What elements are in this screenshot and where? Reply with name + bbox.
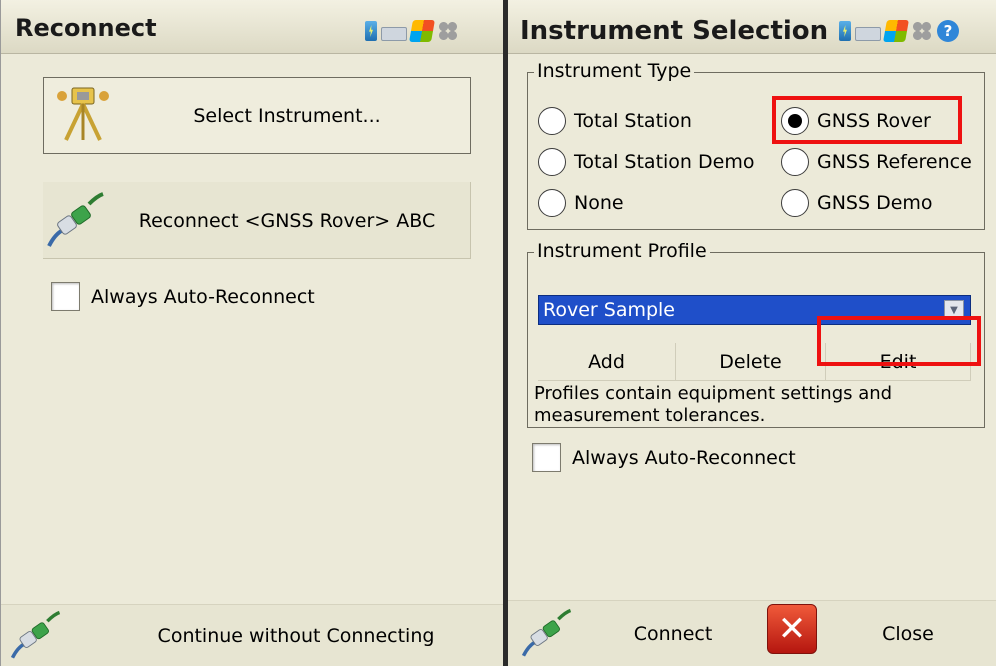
red-x-icon[interactable]: ✕ [767, 604, 817, 654]
instrument-profile-group: Instrument Profile Rover Sample ▼ Add De… [527, 240, 985, 428]
close-button[interactable]: Close [838, 601, 978, 666]
screen-title: Instrument Selection [520, 16, 829, 46]
radio-label: GNSS Reference [817, 151, 972, 173]
plug-connector-icon [521, 608, 572, 657]
continue-without-connecting-button[interactable]: Continue without Connecting [101, 605, 491, 666]
radio-label: GNSS Demo [817, 192, 933, 214]
radio-label: Total Station [574, 110, 692, 132]
keyboard-icon[interactable] [381, 27, 407, 41]
instrument-profile-legend: Instrument Profile [534, 240, 710, 262]
radio-total-station-demo[interactable]: Total Station Demo [538, 148, 754, 176]
system-tray: ? [835, 20, 959, 42]
always-auto-reconnect-label: Always Auto-Reconnect [91, 285, 315, 308]
radio-button[interactable] [781, 189, 809, 217]
always-auto-reconnect-label: Always Auto-Reconnect [572, 446, 796, 469]
gnss-rover-highlight [772, 96, 962, 144]
reconnect-screen: Reconnect Select Instrument... Reconnect… [0, 0, 503, 666]
radio-button[interactable] [538, 189, 566, 217]
instrument-selection-screen: Instrument Selection ? Instrument Type T… [508, 0, 996, 666]
battery-icon[interactable] [365, 21, 377, 41]
edit-button-highlight [817, 316, 981, 366]
always-auto-reconnect-checkbox[interactable] [51, 282, 80, 311]
title-bar: Reconnect [1, 0, 503, 54]
always-auto-reconnect-checkbox[interactable] [532, 443, 561, 472]
windows-start-icon[interactable] [409, 20, 435, 42]
system-tray [361, 20, 459, 42]
plug-connector-icon [10, 610, 61, 659]
always-auto-reconnect-row[interactable]: Always Auto-Reconnect [532, 443, 796, 472]
select-instrument-button[interactable]: Select Instrument... [43, 77, 471, 154]
radio-gnss-demo[interactable]: GNSS Demo [781, 189, 933, 217]
radio-label: Total Station Demo [574, 151, 755, 173]
help-icon[interactable]: ? [937, 20, 959, 42]
instrument-type-group: Instrument Type Total Station GNSS Rover… [527, 60, 985, 230]
profile-description: Profiles contain equipment settings and … [534, 383, 893, 426]
radio-button[interactable] [538, 107, 566, 135]
always-auto-reconnect-row[interactable]: Always Auto-Reconnect [51, 282, 315, 311]
select-instrument-label: Select Instrument... [193, 104, 381, 127]
radio-total-station[interactable]: Total Station [538, 107, 692, 135]
instrument-type-legend: Instrument Type [534, 60, 695, 82]
radio-none[interactable]: None [538, 189, 624, 217]
bottom-action-bar: Continue without Connecting [1, 604, 503, 666]
windows-start-icon[interactable] [883, 20, 909, 42]
radio-button[interactable] [538, 148, 566, 176]
keyboard-icon[interactable] [855, 27, 881, 41]
reconnect-label: Reconnect <GNSS Rover> ABC [138, 209, 436, 232]
screen-title: Reconnect [15, 14, 157, 42]
title-bar: Instrument Selection ? [508, 0, 996, 54]
reconnect-instrument-button[interactable]: Reconnect <GNSS Rover> ABC [43, 182, 471, 259]
radio-label: None [574, 192, 624, 214]
radio-button[interactable] [781, 148, 809, 176]
battery-icon[interactable] [839, 21, 851, 41]
delete-profile-button[interactable]: Delete [676, 343, 826, 381]
radio-gnss-reference[interactable]: GNSS Reference [781, 148, 972, 176]
network-icon[interactable] [437, 20, 459, 42]
selected-profile: Rover Sample [543, 299, 675, 321]
connect-button[interactable]: Connect [588, 601, 758, 666]
add-profile-button[interactable]: Add [538, 343, 676, 381]
network-icon[interactable] [911, 20, 933, 42]
bottom-action-bar: Connect Close [508, 600, 996, 666]
